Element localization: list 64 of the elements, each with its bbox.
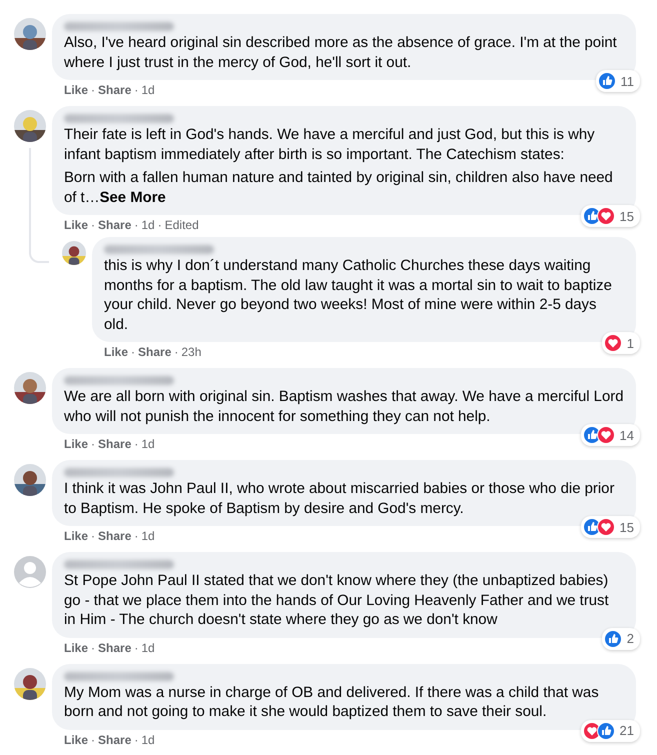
separator-dot: · — [91, 640, 96, 656]
reaction-badge[interactable]: 15 — [580, 205, 640, 227]
separator-dot: · — [131, 345, 136, 360]
reaction-count: 1 — [626, 336, 635, 350]
comment-text: We are all born with original sin. Baptism washes that away. We have a merciful Lord who will not punish the innocent for something they can not help. — [64, 388, 624, 426]
reaction-count: 21 — [618, 723, 635, 738]
timestamp[interactable]: 1d — [141, 529, 155, 544]
reaction-badge[interactable]: 14 — [580, 424, 640, 446]
comment-text: this is why I don´t understand many Catholic Churches these days waiting months for a baptism. The old law taught it was a mortal sin to wait to baptize your child. Never go beyond two weeks! Most of mine were within 2-5 days old. — [104, 257, 613, 334]
separator-dot: · — [134, 437, 138, 452]
action-link[interactable]: Like — [64, 218, 88, 233]
action-link[interactable]: Like — [64, 640, 88, 656]
timestamp[interactable]: 1d — [141, 732, 155, 748]
timestamp[interactable]: 1d — [141, 640, 155, 656]
reaction-count: 15 — [618, 520, 635, 534]
separator-dot: · — [91, 218, 96, 233]
reaction-count: 11 — [620, 74, 635, 88]
timestamp[interactable]: 1d — [141, 83, 155, 98]
reaction-count: 2 — [626, 631, 635, 646]
comment-text: My Mom was a nurse in charge of OB and delivered. If there was a child that was born and not going to make it she would baptized them to save their soul. — [64, 684, 600, 722]
reaction-badge[interactable]: 15 — [580, 516, 640, 538]
separator-dot: · — [91, 529, 96, 544]
action-link[interactable]: Share — [98, 218, 132, 233]
separator-dot: · — [134, 218, 138, 233]
action-link[interactable]: Like — [64, 437, 88, 452]
separator-dot: · — [91, 437, 96, 452]
reaction-badge[interactable]: 11 — [596, 70, 640, 92]
comment-text: I think it was John Paul II, who wrote about miscarried babies or those who die prior to Baptism. He spoke of Baptism by desire and God's mercy. — [64, 480, 616, 518]
reaction-badge[interactable]: 2 — [602, 628, 640, 650]
reaction-count: 15 — [618, 208, 635, 224]
separator-dot: · — [91, 83, 96, 98]
comment-text: Also, I've heard original sin described more as the absence of grace. I'm at the point where I just trust in the mercy of God, he'll sort it out. — [64, 34, 618, 72]
comment-text: Born with a fallen human nature and tainted by original sin, children also have need of t…See More — [64, 169, 614, 208]
comment-text: Their fate is left in God's hands. We have a merciful and just God, but this is why infant baptism immediately after birth is so important. The Catechism states: — [64, 126, 596, 164]
action-link[interactable]: Share — [98, 640, 132, 656]
timestamp[interactable]: 23h — [181, 345, 202, 360]
comment-text: St Pope John Paul II stated that we don't know where they (the unbaptized babies) go - that we place them into the hands of Our Loving Heavenly Father and we trust in Him - The church doesn't state where they go as we don't know — [64, 572, 610, 630]
action-link[interactable]: Like — [104, 345, 128, 360]
reaction-badge[interactable]: 1 — [602, 332, 640, 354]
action-link[interactable]: Share — [98, 437, 132, 452]
timestamp[interactable]: 1d — [141, 437, 155, 452]
reaction-badge[interactable]: 21 — [580, 720, 640, 742]
separator-dot: · — [91, 732, 96, 748]
like-icon — [604, 630, 622, 648]
action-link[interactable]: Share — [98, 529, 132, 544]
separator-dot: · — [174, 345, 178, 360]
action-link[interactable]: Share — [138, 345, 172, 360]
like-icon — [596, 722, 615, 740]
timestamp[interactable]: 1d — [141, 218, 155, 233]
action-link[interactable]: Like — [64, 529, 88, 544]
action-link[interactable]: Like — [64, 83, 88, 98]
see-more-link[interactable]: See More — [100, 190, 166, 206]
default-avatar-icon[interactable] — [14, 556, 46, 588]
separator-dot: · — [158, 218, 162, 233]
reaction-count: 14 — [618, 428, 635, 442]
action-link[interactable]: Share — [98, 83, 132, 98]
separator-dot: · — [134, 83, 138, 98]
separator-dot: · — [134, 640, 138, 656]
edited-label[interactable]: Edited — [164, 218, 199, 233]
like-icon — [598, 72, 616, 90]
action-link[interactable]: Share — [98, 732, 132, 748]
separator-dot: · — [134, 529, 138, 544]
action-link[interactable]: Like — [64, 732, 88, 748]
separator-dot: · — [134, 732, 138, 748]
